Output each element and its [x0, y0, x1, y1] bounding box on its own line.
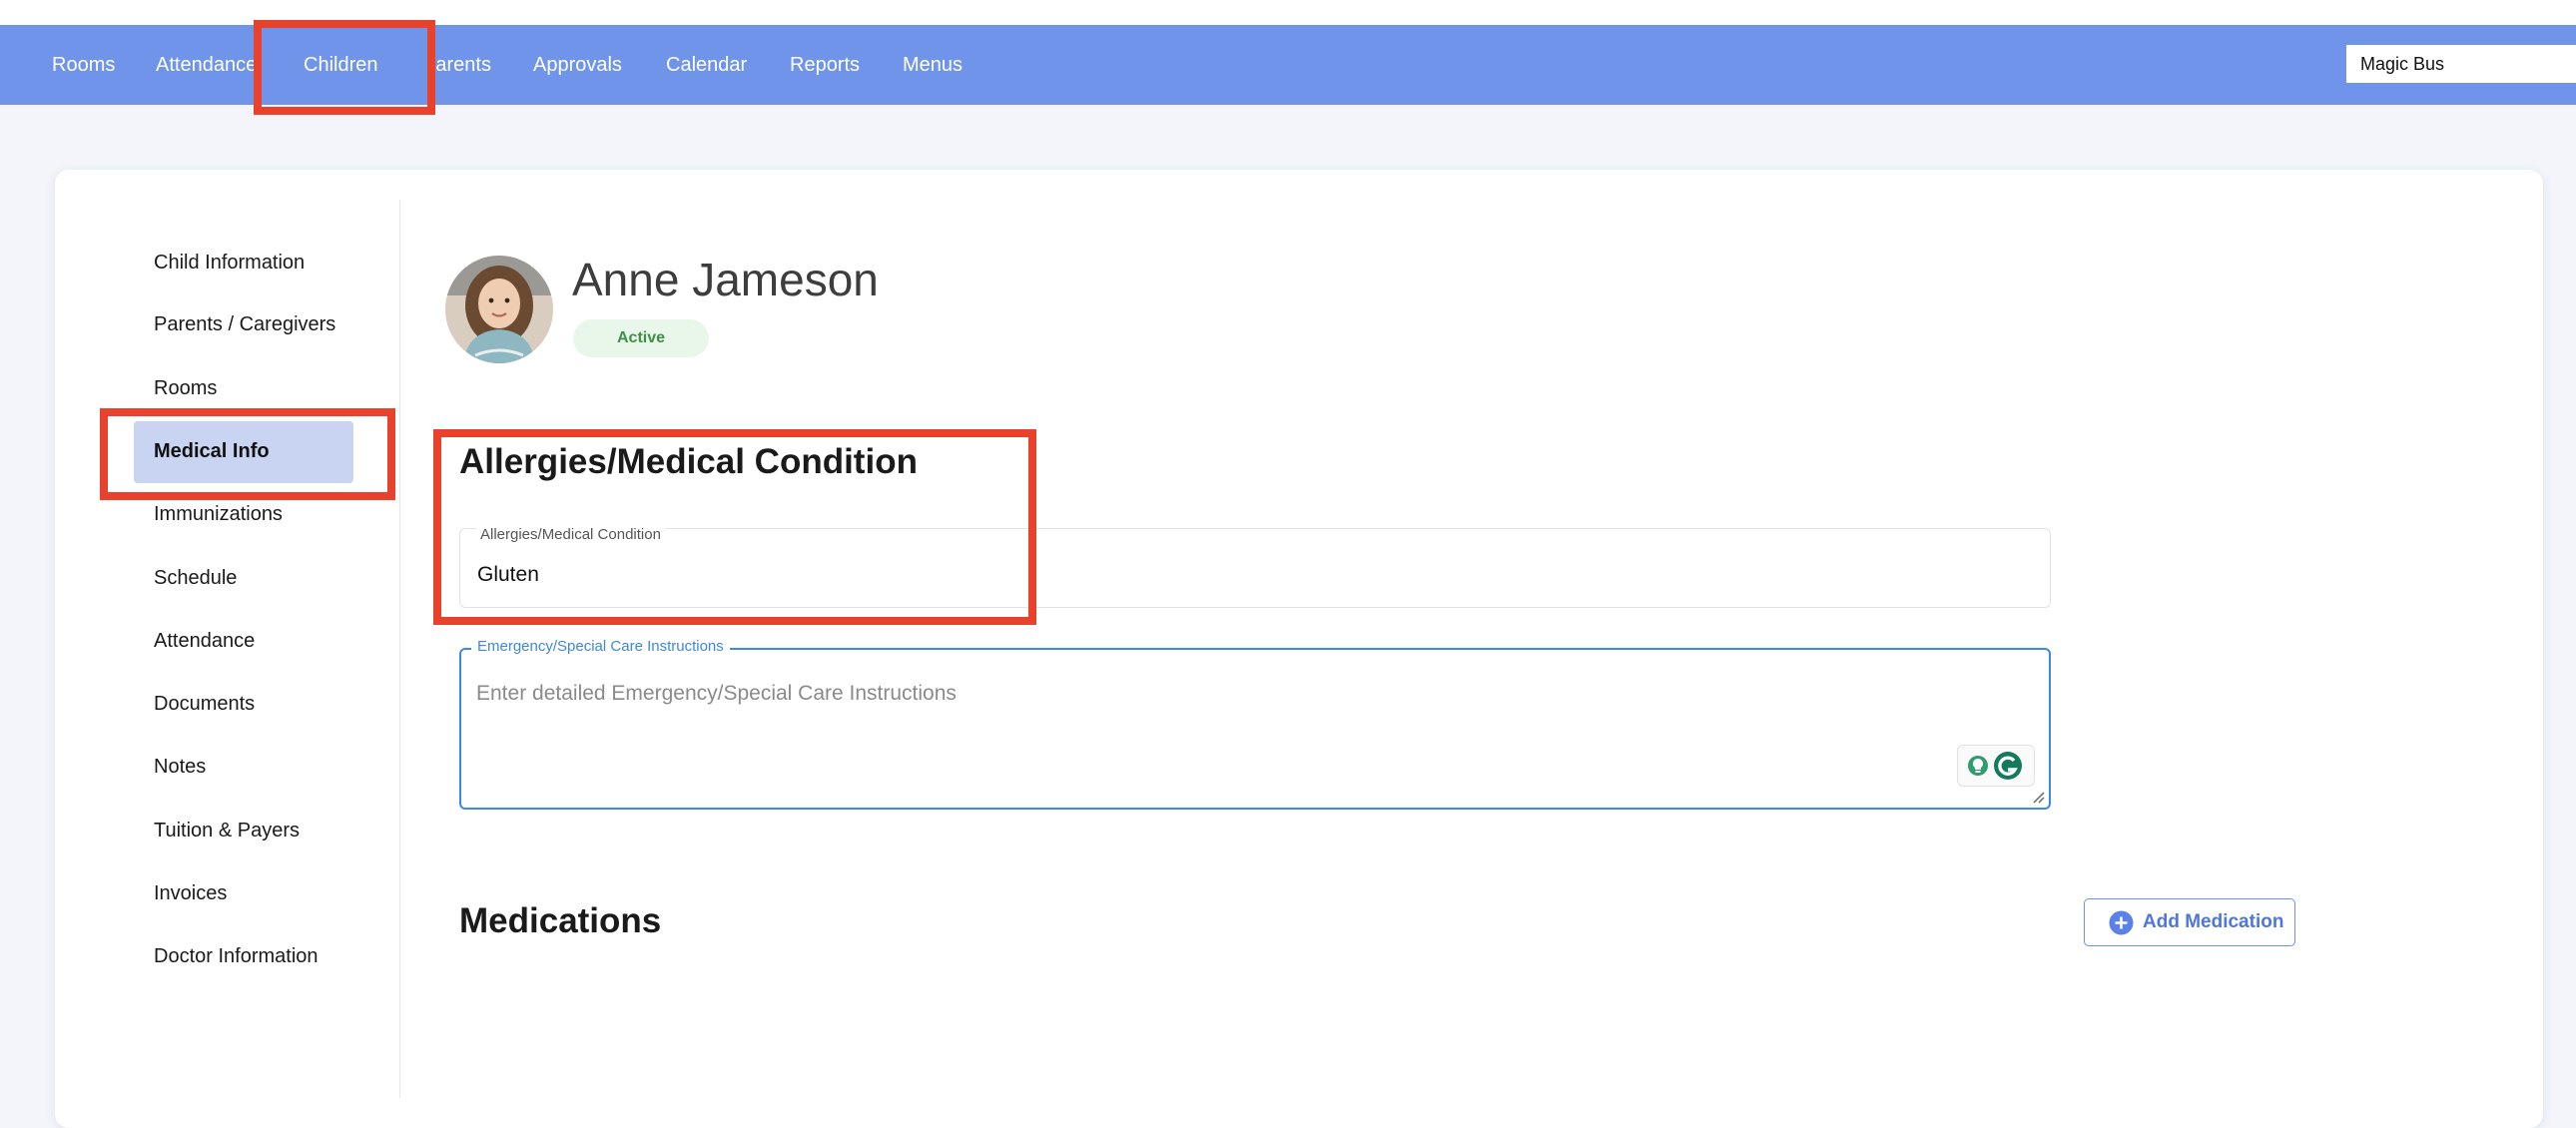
- nav-rooms[interactable]: Rooms: [52, 25, 115, 105]
- sidebar-item-tuition-payers[interactable]: Tuition & Payers: [154, 816, 300, 846]
- nav-children[interactable]: Children: [304, 25, 377, 105]
- sidebar-item-attendance[interactable]: Attendance: [154, 626, 255, 656]
- emergency-instructions-textarea[interactable]: Emergency/Special Care Instructions Ente…: [459, 638, 2051, 810]
- sidebar-item-medical-info[interactable]: Medical Info: [154, 436, 270, 466]
- sidebar-divider: [399, 200, 400, 1098]
- grammarly-icon: [1968, 752, 2022, 780]
- top-strip: [0, 0, 2576, 25]
- allergies-field[interactable]: Allergies/Medical Condition Gluten: [459, 526, 2051, 608]
- allergies-field-label: Allergies/Medical Condition: [476, 526, 665, 543]
- sidebar-item-parents-caregivers[interactable]: Parents / Caregivers: [154, 309, 335, 339]
- add-medication-button[interactable]: Add Medication: [2084, 898, 2295, 946]
- allergies-field-value: Gluten: [477, 563, 539, 586]
- sidebar-item-doctor-information[interactable]: Doctor Information: [154, 941, 319, 971]
- child-name: Anne Jameson: [572, 254, 879, 305]
- nav-approvals[interactable]: Approvals: [533, 25, 622, 105]
- sidebar-item-rooms[interactable]: Rooms: [154, 373, 217, 403]
- writing-assistant-chip[interactable]: [1957, 745, 2035, 787]
- nav-calendar[interactable]: Calendar: [666, 25, 747, 105]
- nav-parents-label: Parents: [429, 54, 491, 76]
- allergies-section-title: Allergies/Medical Condition: [459, 442, 918, 481]
- sidebar-item-schedule[interactable]: Schedule: [154, 563, 237, 593]
- child-avatar: [445, 256, 553, 363]
- nav-menus[interactable]: Menus: [903, 25, 963, 105]
- emergency-placeholder: Enter detailed Emergency/Special Care In…: [476, 682, 957, 705]
- sidebar-item-child-information[interactable]: Child Information: [154, 248, 305, 278]
- company-select[interactable]: Magic Bus: [2346, 45, 2576, 83]
- nav-reports[interactable]: Reports: [790, 25, 860, 105]
- sidebar-item-invoices[interactable]: Invoices: [154, 878, 227, 908]
- add-medication-label: Add Medication: [2143, 911, 2284, 932]
- nav-attendance[interactable]: Attendance: [156, 25, 257, 105]
- sidebar-item-immunizations[interactable]: Immunizations: [154, 499, 283, 529]
- nav-parents[interactable]: Parents: [429, 25, 491, 105]
- emergency-field-label: Emergency/Special Care Instructions: [471, 638, 730, 655]
- plus-circle-icon: [2109, 910, 2134, 935]
- status-badge: Active: [573, 319, 709, 357]
- resize-handle-icon[interactable]: [2031, 790, 2045, 804]
- avatar-photo: [445, 256, 553, 363]
- medications-section-title: Medications: [459, 901, 662, 940]
- sidebar-item-notes[interactable]: Notes: [154, 752, 206, 782]
- top-navbar: Rooms Attendance Children Parents Approv…: [0, 25, 2576, 105]
- sidebar-item-documents[interactable]: Documents: [154, 689, 255, 719]
